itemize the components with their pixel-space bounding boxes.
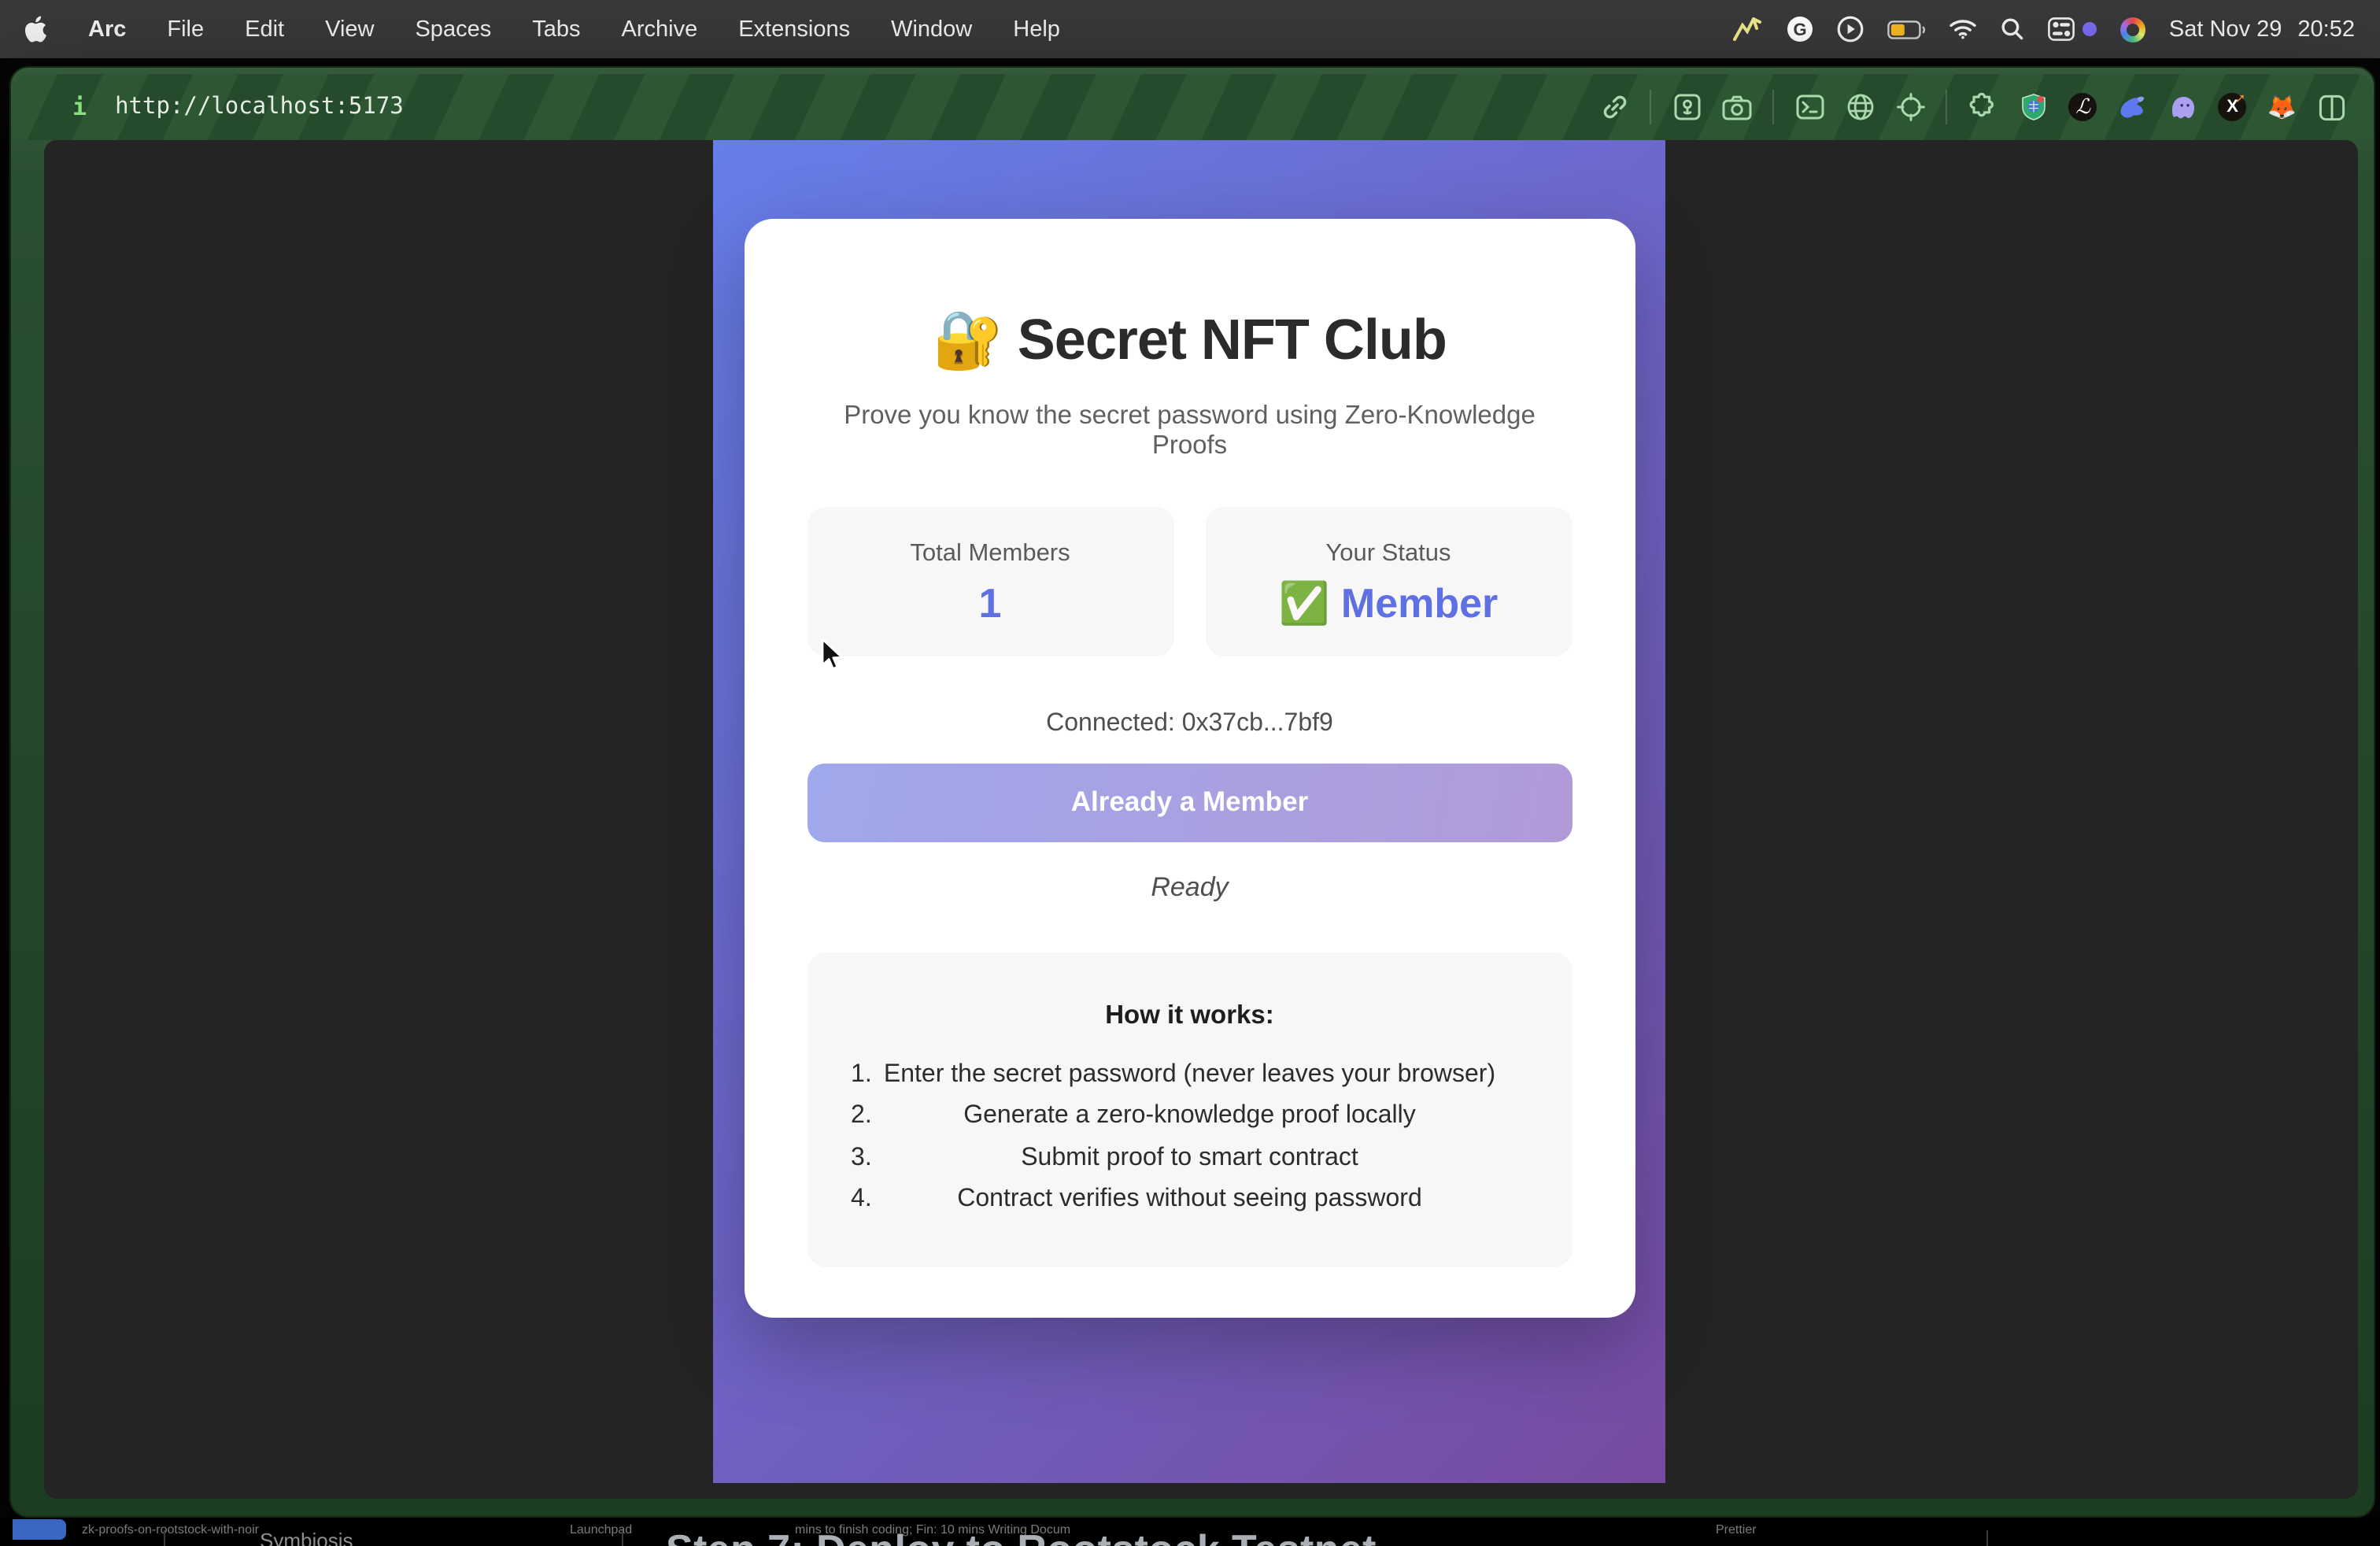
document-heading: Step 7: Deploy to Rootstock Testnet xyxy=(666,1526,1377,1546)
camera-icon[interactable] xyxy=(1723,92,1753,122)
control-center-icon[interactable] xyxy=(2048,17,2097,41)
menu-help[interactable]: Help xyxy=(1013,17,1060,42)
toolbar-separator xyxy=(1773,90,1775,124)
split-view-icon[interactable] xyxy=(2317,92,2347,122)
menu-file[interactable]: File xyxy=(167,17,204,42)
adblock-shield-icon[interactable] xyxy=(2019,92,2049,122)
proof-status-text: Ready xyxy=(807,871,1572,903)
menu-bar-time: 20:52 xyxy=(2297,17,2355,42)
window-divider xyxy=(1986,1530,1988,1546)
link-icon[interactable] xyxy=(1600,92,1630,122)
macos-menu-bar: Arc File Edit View Spaces Tabs Archive E… xyxy=(0,0,2380,58)
menu-bar-date: Sat Nov 29 xyxy=(2169,17,2282,42)
formatter-label[interactable]: Prettier xyxy=(1716,1522,1757,1537)
page-subtitle: Prove you know the secret password using… xyxy=(807,401,1572,460)
screen: Arc File Edit View Spaces Tabs Archive E… xyxy=(0,0,2380,1546)
focus-dot xyxy=(2082,22,2097,36)
screenshot-icon[interactable] xyxy=(1672,92,1702,122)
browser-toolbar: i http://localhost:5173 xyxy=(13,74,2372,140)
stocks-icon[interactable] xyxy=(1733,17,1763,41)
search-icon[interactable] xyxy=(2001,17,2024,41)
site-info-icon[interactable]: i xyxy=(72,93,87,121)
x-wallet-accent: ➚ xyxy=(2235,91,2245,105)
toolbar-separator xyxy=(1650,90,1652,124)
target-icon[interactable] xyxy=(1896,92,1926,122)
terminal-icon[interactable] xyxy=(1795,92,1825,122)
page-title: 🔐 Secret NFT Club xyxy=(807,305,1572,374)
wifi-icon[interactable] xyxy=(1949,19,1977,39)
how-it-works-list: Enter the secret password (never leaves … xyxy=(848,1057,1532,1217)
menu-archive[interactable]: Archive xyxy=(622,17,698,42)
total-members-value: 1 xyxy=(807,579,1173,627)
already-member-button[interactable]: Already a Member xyxy=(807,763,1572,841)
toolbar-separator xyxy=(1946,90,1948,124)
secret-nft-club-card: 🔐 Secret NFT Club Prove you know the sec… xyxy=(744,218,1635,1317)
metamask-icon[interactable]: 🦊 xyxy=(2267,95,2297,119)
grammarly-icon[interactable]: G xyxy=(1787,16,1813,43)
git-branch-label[interactable]: zk-proofs-on-rootstock-with-noir xyxy=(82,1522,259,1537)
mouse-cursor xyxy=(820,638,847,672)
userscripts-icon[interactable]: ℒ xyxy=(2069,93,2097,121)
how-it-works-box: How it works: Enter the secret password … xyxy=(807,952,1572,1267)
app-hero-gradient: 🔐 Secret NFT Club Prove you know the sec… xyxy=(713,140,1665,1483)
address-bar[interactable]: http://localhost:5173 xyxy=(115,94,404,120)
how-step-1: Enter the secret password (never leaves … xyxy=(848,1057,1532,1092)
globe-icon[interactable] xyxy=(1846,92,1876,122)
menu-window[interactable]: Window xyxy=(891,17,972,42)
how-step-2: Generate a zero-knowledge proof locally xyxy=(848,1099,1532,1134)
assistant-ring-icon[interactable] xyxy=(2120,17,2145,42)
arc-browser-window: i http://localhost:5173 xyxy=(9,66,2375,1518)
window-divider xyxy=(164,1530,165,1546)
window-divider xyxy=(622,1530,623,1546)
menu-extensions[interactable]: Extensions xyxy=(738,17,850,42)
menu-spaces[interactable]: Spaces xyxy=(415,17,491,42)
battery-icon[interactable] xyxy=(1887,20,1925,39)
how-step-4: Contract verifies without seeing passwor… xyxy=(848,1182,1532,1217)
total-members-label: Total Members xyxy=(807,539,1173,568)
total-members-box: Total Members 1 xyxy=(807,506,1173,656)
rabby-wallet-icon[interactable] xyxy=(2118,92,2148,122)
your-status-label: Your Status xyxy=(1205,539,1572,568)
editor-tab-label[interactable]: Symbiosis xyxy=(260,1529,353,1546)
x-wallet-icon[interactable]: X ➚ xyxy=(2219,93,2247,121)
menu-view[interactable]: View xyxy=(325,17,374,42)
how-step-3: Submit proof to smart contract xyxy=(848,1141,1532,1175)
your-status-box: Your Status ✅ Member xyxy=(1205,506,1572,656)
remote-indicator-badge[interactable] xyxy=(13,1519,66,1540)
how-it-works-title: How it works: xyxy=(848,1000,1532,1030)
your-status-value: ✅ Member xyxy=(1205,579,1572,627)
stats-row: Total Members 1 Your Status ✅ Member xyxy=(807,506,1572,656)
menu-tabs[interactable]: Tabs xyxy=(532,17,580,42)
extensions-puzzle-icon[interactable] xyxy=(1968,92,1998,122)
background-editor-window: zk-proofs-on-rootstock-with-noir Launchp… xyxy=(0,1518,2380,1546)
play-circle-icon[interactable] xyxy=(1837,16,1864,43)
browser-viewport: 🔐 Secret NFT Club Prove you know the sec… xyxy=(44,140,2358,1499)
menu-edit[interactable]: Edit xyxy=(245,17,284,42)
phantom-wallet-icon[interactable] xyxy=(2168,92,2198,122)
menu-bar-clock[interactable]: Sat Nov 29 20:52 xyxy=(2169,17,2355,42)
apple-menu-icon[interactable] xyxy=(25,16,47,43)
connected-address: Connected: 0x37cb...7bf9 xyxy=(807,709,1572,738)
svg-text:G: G xyxy=(1793,20,1806,39)
menu-arc[interactable]: Arc xyxy=(88,17,126,42)
